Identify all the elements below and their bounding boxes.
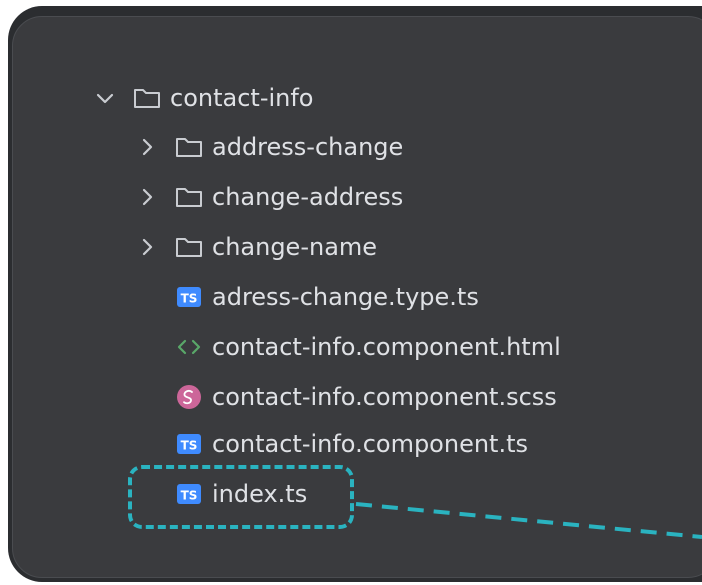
chevron-down-icon[interactable]	[94, 87, 116, 109]
tree-item-label: contact-info.component.ts	[212, 430, 529, 458]
tree-item-contact-info-component-ts[interactable]: TS contact-info.component.ts	[176, 424, 528, 464]
html-icon	[177, 339, 201, 355]
tree-item-label: contact-info	[170, 84, 314, 112]
sass-icon	[177, 385, 201, 409]
tree-item-adress-change-type-ts[interactable]: TS adress-change.type.ts	[176, 277, 479, 317]
ts-badge-text: TS	[181, 439, 198, 453]
tree-item-label: contact-info.component.scss	[212, 383, 557, 411]
tree-item-change-address[interactable]: change-address	[136, 177, 403, 217]
tree-item-contact-info[interactable]: contact-info	[94, 78, 313, 118]
tree-item-address-change[interactable]: address-change	[136, 127, 403, 167]
highlight-box	[128, 465, 354, 529]
tree-item-label: address-change	[212, 133, 404, 161]
folder-icon	[134, 89, 160, 108]
tree-item-change-name[interactable]: change-name	[136, 227, 377, 267]
typescript-icon: TS	[177, 434, 201, 454]
ts-badge-text: TS	[181, 292, 198, 306]
folder-icon	[176, 238, 202, 257]
tree-item-contact-info-component-html[interactable]: contact-info.component.html	[176, 327, 561, 367]
tree-item-contact-info-component-scss[interactable]: contact-info.component.scss	[176, 377, 557, 417]
chevron-right-icon[interactable]	[136, 186, 158, 208]
tree-item-label: adress-change.type.ts	[212, 283, 479, 311]
chevron-right-icon[interactable]	[136, 236, 158, 258]
folder-icon	[176, 188, 202, 207]
folder-icon	[176, 138, 202, 157]
typescript-icon: TS	[177, 287, 201, 307]
tree-item-label: change-address	[212, 183, 404, 211]
tree-item-label: contact-info.component.html	[212, 333, 561, 361]
chevron-right-icon[interactable]	[136, 136, 158, 158]
tree-item-label: change-name	[212, 233, 378, 261]
